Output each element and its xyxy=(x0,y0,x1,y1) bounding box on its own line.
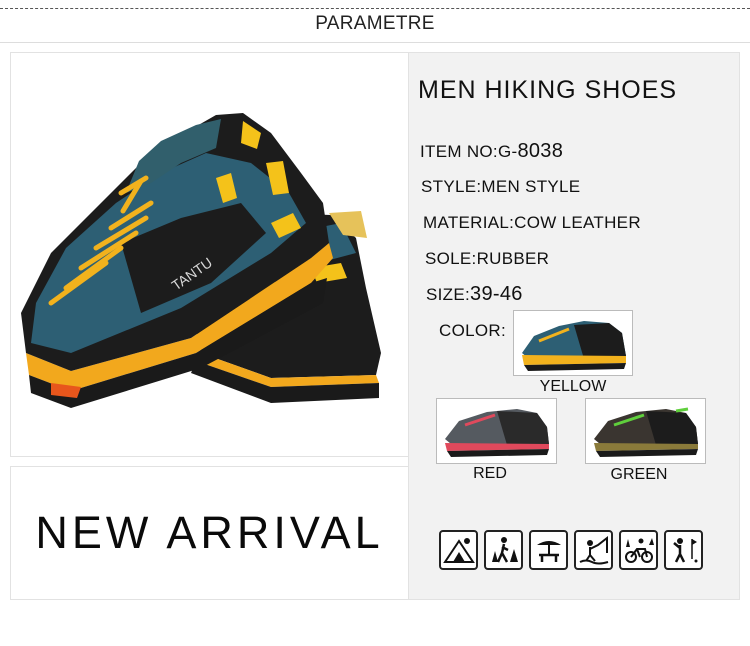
size-label: SIZE: xyxy=(426,285,471,304)
swatch-yellow-label: YELLOW xyxy=(539,378,607,395)
shoe-red-thumbnail xyxy=(445,409,549,457)
hiking-icon xyxy=(484,530,523,570)
product-style: STYLE:MEN STYLE xyxy=(421,177,581,196)
item-number-label: ITEM NO: xyxy=(420,142,498,161)
product-sole: SOLE:RUBBER xyxy=(425,249,550,268)
swatch-red[interactable] xyxy=(436,398,557,464)
hiking-shoes-illustration: TANTU xyxy=(21,113,381,408)
swatch-green[interactable] xyxy=(585,398,706,464)
header-title: PARAMETRE xyxy=(307,13,443,35)
size-value: 39-46 xyxy=(470,283,523,305)
item-number-prefix: G- xyxy=(497,142,518,161)
shoe-green-thumbnail xyxy=(594,407,698,457)
golf-icon xyxy=(664,530,703,570)
header-underline xyxy=(0,42,750,43)
section-header: PARAMETRE xyxy=(0,10,750,42)
product-photo: TANTU xyxy=(10,52,409,457)
shoe-yellow-thumbnail xyxy=(522,321,626,371)
swatch-red-label: RED xyxy=(473,465,507,482)
new-arrival-text: NEW ARRIVAL xyxy=(35,507,384,558)
picnic-icon xyxy=(529,530,568,570)
item-number-value: 8038 xyxy=(517,140,564,162)
new-arrival-banner: NEW ARRIVAL xyxy=(10,466,409,600)
item-number: ITEM NO:G-8038 xyxy=(420,140,563,163)
camping-icon xyxy=(439,530,478,570)
swatch-yellow[interactable] xyxy=(513,310,633,376)
product-size: SIZE:39-46 xyxy=(426,283,523,306)
product-material: MATERIAL:COW LEATHER xyxy=(423,213,641,232)
fishing-icon xyxy=(574,530,613,570)
color-label: COLOR: xyxy=(439,321,506,340)
top-dashed-divider xyxy=(0,8,750,9)
cycling-icon xyxy=(619,530,658,570)
swatch-green-label: GREEN xyxy=(610,466,668,483)
product-title: MEN HIKING SHOES xyxy=(418,76,678,104)
